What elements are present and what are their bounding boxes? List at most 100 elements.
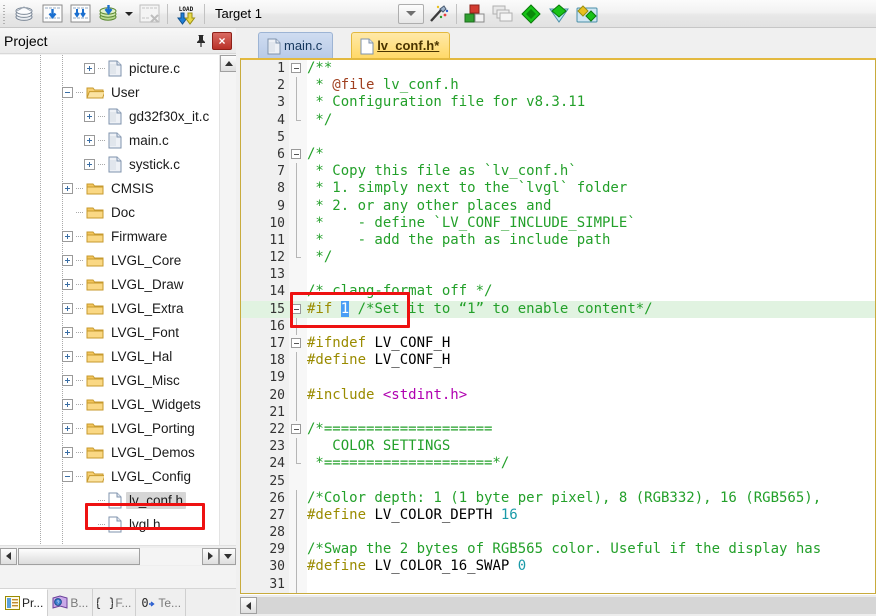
target-options-wand-icon[interactable] bbox=[425, 2, 451, 26]
scroll-left-arrow-icon[interactable] bbox=[0, 547, 17, 565]
editor-hscroll-track[interactable] bbox=[257, 597, 876, 614]
expand-icon[interactable] bbox=[84, 134, 95, 146]
code-line[interactable]: 6 /* bbox=[241, 146, 875, 163]
target-select[interactable] bbox=[397, 3, 424, 24]
hscroll-thumb[interactable] bbox=[18, 547, 140, 565]
tree-item-lvgl-hal[interactable]: LVGL_Hal bbox=[0, 344, 219, 368]
code-line[interactable]: 12 */ bbox=[241, 249, 875, 266]
code-line[interactable]: 26 /*Color depth: 1 (1 byte per pixel), 8… bbox=[241, 489, 875, 507]
project-tree[interactable]: picture.c User gd32f30x_it.c main.c systick.… bbox=[0, 55, 219, 566]
code-line[interactable]: 30 #define LV_COLOR_16_SWAP 0 bbox=[241, 558, 875, 576]
code-editor[interactable]: 1/** 2 * @file lv_conf.h 3 * Configuration… bbox=[240, 58, 876, 594]
code-line[interactable]: 32 /*Enable features to draw on transpare… bbox=[241, 593, 875, 594]
tree-item-lvgl-font[interactable]: LVGL_Font bbox=[0, 320, 219, 344]
code-line[interactable]: 2 * @file lv_conf.h bbox=[241, 77, 875, 95]
toolbar-grip[interactable] bbox=[1, 2, 8, 25]
tree-item-lvgl-misc[interactable]: LVGL_Misc bbox=[0, 368, 219, 392]
expand-icon[interactable] bbox=[62, 398, 73, 410]
code-fold-toggle-icon[interactable] bbox=[291, 63, 301, 74]
build-dropdown-arrow[interactable] bbox=[122, 2, 135, 26]
code-line[interactable]: 25 bbox=[241, 473, 875, 490]
code-line[interactable]: 22 /*==================== bbox=[241, 421, 875, 438]
tree-item-lvgl-h[interactable]: lvgl.h bbox=[0, 512, 219, 536]
expand-icon[interactable] bbox=[84, 62, 95, 74]
expand-icon[interactable] bbox=[62, 302, 73, 314]
expand-icon[interactable] bbox=[62, 278, 73, 290]
tree-item-firmware[interactable]: Firmware bbox=[0, 224, 219, 248]
expand-icon[interactable] bbox=[62, 230, 73, 242]
tree-item-systick-c[interactable]: systick.c bbox=[0, 152, 219, 176]
code-line[interactable]: 28 bbox=[241, 524, 875, 542]
code-line[interactable]: 13 bbox=[241, 266, 875, 283]
code-line[interactable]: 31 bbox=[241, 575, 875, 593]
tab-templates[interactable]: 0 Te... bbox=[136, 589, 187, 616]
code-line[interactable]: 10 * - define `LV_CONF_INCLUDE_SIMPLE` bbox=[241, 214, 875, 232]
build-icon[interactable] bbox=[39, 2, 65, 26]
code-fold-toggle-icon[interactable] bbox=[291, 338, 301, 349]
code-lines[interactable]: 1/** 2 * @file lv_conf.h 3 * Configuration… bbox=[241, 60, 875, 594]
code-line[interactable]: 23 COLOR SETTINGS bbox=[241, 438, 875, 456]
code-line[interactable]: 5 bbox=[241, 129, 875, 146]
hscroll-track[interactable] bbox=[17, 547, 202, 565]
editor-hscrollbar[interactable] bbox=[240, 595, 876, 616]
tree-item-lvgl-porting[interactable]: LVGL_Porting bbox=[0, 416, 219, 440]
expand-icon[interactable] bbox=[84, 158, 95, 170]
code-line[interactable]: 11 * - add the path as include path bbox=[241, 231, 875, 250]
tree-item-lvgl-draw[interactable]: LVGL_Draw bbox=[0, 272, 219, 296]
pack-installer-icon[interactable] bbox=[518, 2, 544, 26]
manage-runtime-env-icon[interactable] bbox=[546, 2, 572, 26]
batch-build-icon[interactable] bbox=[95, 2, 121, 26]
code-line[interactable]: 14 /* clang-format off */ bbox=[241, 283, 875, 300]
code-line[interactable]: 1 /** bbox=[241, 60, 875, 77]
tree-item-picture-c[interactable]: picture.c bbox=[0, 56, 219, 80]
tree-item-lvgl-core[interactable]: LVGL_Core bbox=[0, 248, 219, 272]
code-line[interactable]: 20 #include <stdint.h> bbox=[241, 386, 875, 404]
expand-icon[interactable] bbox=[84, 110, 95, 122]
expand-icon[interactable] bbox=[62, 254, 73, 266]
tree-item-gd32f30x-it-c[interactable]: gd32f30x_it.c bbox=[0, 104, 219, 128]
tab-project[interactable]: Pr... bbox=[0, 589, 49, 616]
tree-item-cmsis[interactable]: CMSIS bbox=[0, 176, 219, 200]
scroll-up-arrow-icon[interactable] bbox=[220, 55, 236, 72]
code-line[interactable]: 9 * 2. or any other places and bbox=[241, 197, 875, 215]
expand-icon[interactable] bbox=[62, 326, 73, 338]
pin-icon[interactable] bbox=[192, 32, 210, 50]
project-tree-hscrollbar[interactable] bbox=[0, 545, 236, 566]
expand-icon[interactable] bbox=[62, 374, 73, 386]
code-fold-toggle-icon[interactable] bbox=[291, 149, 301, 160]
tree-item-main-c[interactable]: main.c bbox=[0, 128, 219, 152]
tab-books[interactable]: ? B... bbox=[48, 589, 94, 616]
editor-scroll-left-icon[interactable] bbox=[240, 597, 257, 614]
tree-item-lvgl-widgets[interactable]: LVGL_Widgets bbox=[0, 392, 219, 416]
download-icon[interactable]: LOAD bbox=[173, 2, 199, 26]
select-software-packs-icon[interactable] bbox=[574, 2, 600, 26]
close-icon[interactable]: × bbox=[212, 31, 232, 50]
manage-components-icon[interactable] bbox=[462, 2, 488, 26]
tree-item-lv-conf-h[interactable]: lv_conf.h bbox=[0, 488, 219, 512]
code-line[interactable]: 18 #define LV_CONF_H bbox=[241, 352, 875, 370]
code-line[interactable]: 29 /*Swap the 2 bytes of RGB565 color. Us… bbox=[241, 541, 875, 559]
tree-item-lvgl-extra[interactable]: LVGL_Extra bbox=[0, 296, 219, 320]
expand-icon[interactable] bbox=[62, 350, 73, 362]
rebuild-all-icon[interactable] bbox=[67, 2, 93, 26]
project-tree-vscrollbar[interactable] bbox=[219, 55, 236, 566]
code-line[interactable]: 4 */ bbox=[241, 111, 875, 129]
scroll-down-arrow-icon[interactable] bbox=[219, 547, 236, 565]
collapse-icon[interactable] bbox=[62, 470, 73, 482]
code-line[interactable]: 16 bbox=[241, 317, 875, 335]
tree-item-lvgl-config[interactable]: LVGL_Config bbox=[0, 464, 219, 488]
code-line[interactable]: 15 #if 1 /*Set it to “1” to enable conten… bbox=[241, 300, 875, 318]
expand-icon[interactable] bbox=[62, 422, 73, 434]
code-fold-toggle-icon[interactable] bbox=[291, 303, 301, 314]
editor-tab-main-c[interactable]: main.c bbox=[258, 32, 334, 58]
tree-item-user[interactable]: User bbox=[0, 80, 219, 104]
code-line[interactable]: 17 #ifndef LV_CONF_H bbox=[241, 335, 875, 352]
scroll-right-arrow-icon[interactable] bbox=[202, 547, 219, 565]
code-line[interactable]: 27 #define LV_COLOR_DEPTH 16 bbox=[241, 506, 875, 525]
editor-tab-lv-conf-h-[interactable]: lv_conf.h* bbox=[351, 32, 451, 58]
collapse-icon[interactable] bbox=[62, 86, 73, 98]
tree-item-lvgl-demos[interactable]: LVGL_Demos bbox=[0, 440, 219, 464]
code-line[interactable]: 3 * Configuration file for v8.3.11 bbox=[241, 94, 875, 112]
tree-item-doc[interactable]: Doc bbox=[0, 200, 219, 224]
expand-icon[interactable] bbox=[62, 182, 73, 194]
